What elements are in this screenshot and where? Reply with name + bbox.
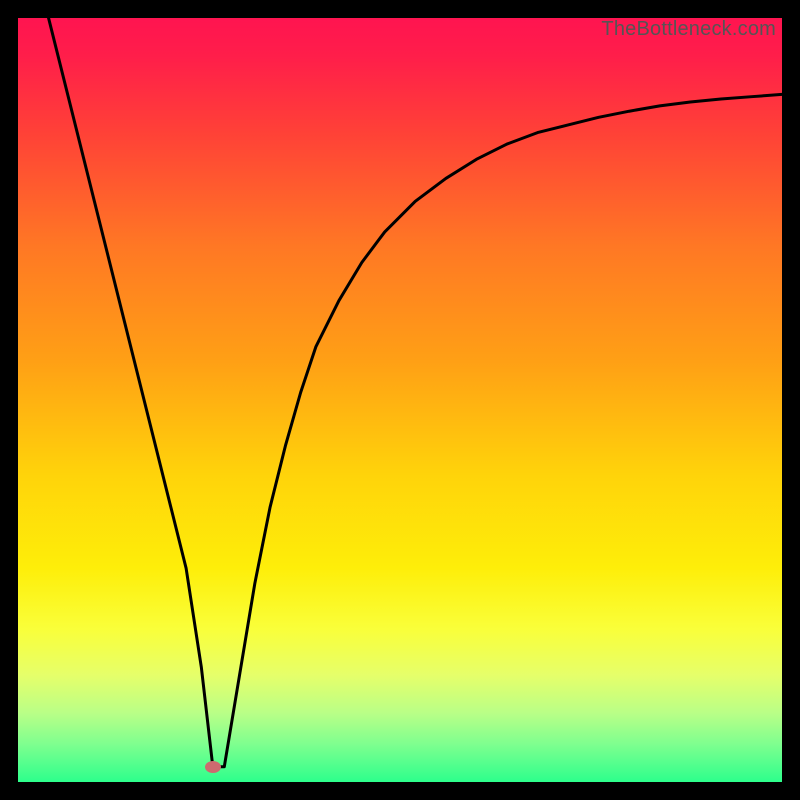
- curve-line: [18, 18, 782, 782]
- plot-frame: TheBottleneck.com: [18, 18, 782, 782]
- watermark-label: TheBottleneck.com: [601, 18, 776, 41]
- minimum-marker: [205, 761, 221, 773]
